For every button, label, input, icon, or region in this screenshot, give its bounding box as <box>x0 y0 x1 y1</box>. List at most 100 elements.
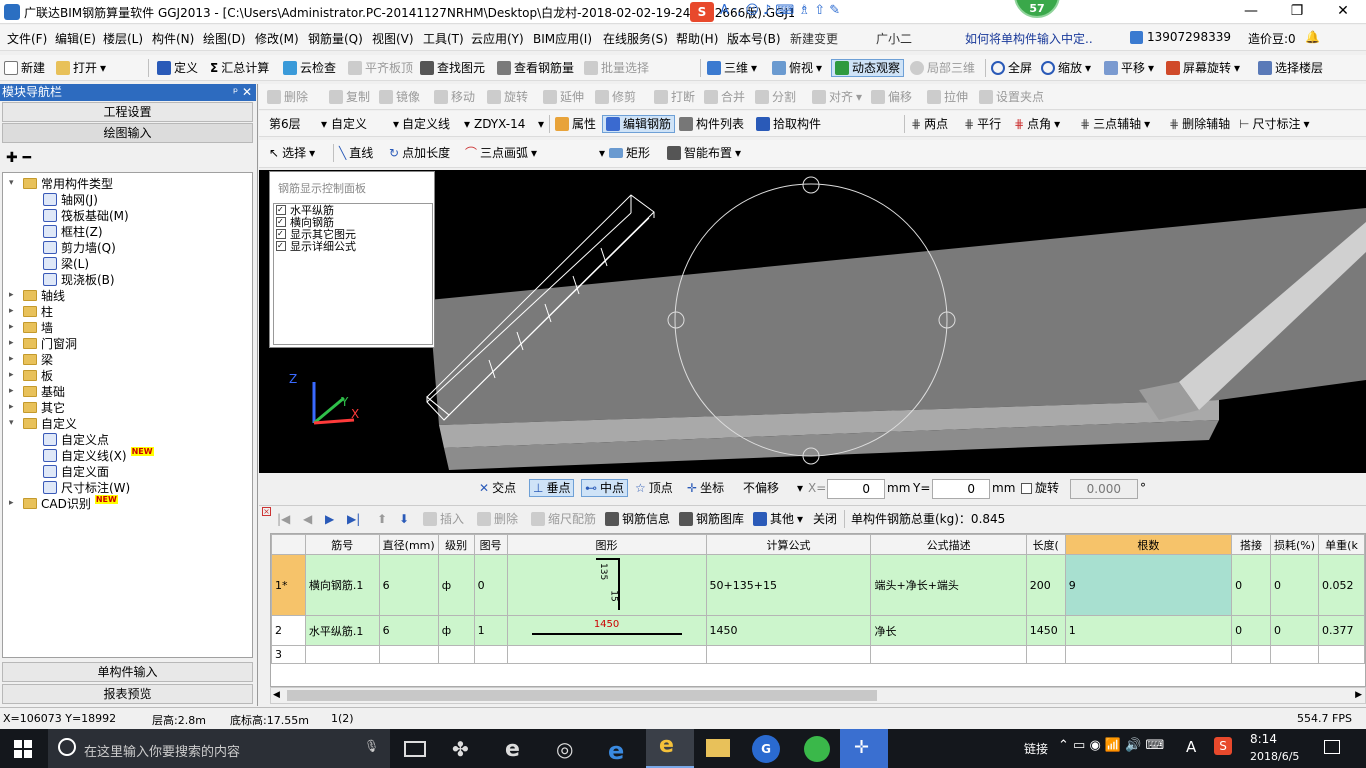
split-button[interactable]: 分割 <box>755 88 796 106</box>
rebar-option-formula[interactable]: ✓ 显示详细公式 <box>276 240 356 253</box>
align-button[interactable]: 对齐 ▾ <box>812 88 862 106</box>
point-angle-button[interactable]: ⋕ 点角 ▾ <box>1014 115 1060 133</box>
rotate-toggle[interactable]: 旋转 <box>1021 479 1059 497</box>
cell-grade[interactable]: ф <box>437 615 475 646</box>
screen-rotate-button[interactable]: 屏幕旋转 ▾ <box>1166 59 1240 77</box>
move-up-icon[interactable]: ⬆ <box>377 510 387 528</box>
mirror-button[interactable]: 镜像 <box>379 88 420 106</box>
user-account[interactable]: 13907298339 <box>1130 30 1231 44</box>
smart-layout-button[interactable]: 智能布置 ▾ <box>667 144 741 162</box>
properties-button[interactable]: 属性 <box>555 115 596 133</box>
minimize-button[interactable]: — <box>1228 0 1274 24</box>
col-header-description[interactable]: 公式描述 <box>870 534 1027 555</box>
nav-next-icon[interactable]: ▶ <box>325 510 334 528</box>
menu-bim[interactable]: BIM应用(I) <box>533 30 592 47</box>
cell-grade[interactable]: ф <box>437 554 475 616</box>
tree-item[interactable]: 剪力墙(Q) <box>43 239 116 255</box>
select-floor-button[interactable]: 选择楼层 <box>1258 59 1323 77</box>
cell-unit-weight[interactable]: 0.377 <box>1318 615 1365 646</box>
horizontal-scrollbar[interactable]: ◀ ▶ <box>270 687 1366 704</box>
fan-app-icon[interactable]: ✤ <box>452 737 478 761</box>
zoom-button[interactable]: 缩放 ▾ <box>1041 59 1091 77</box>
cell-formula[interactable]: 1450 <box>705 615 872 646</box>
col-header-grade[interactable]: 级别 <box>437 534 475 555</box>
menu-floor[interactable]: 楼层(L) <box>103 30 143 47</box>
cloud-check-button[interactable]: 云检查 <box>283 59 336 77</box>
checkbox-unchecked-icon[interactable] <box>1021 482 1032 494</box>
checkbox-checked-icon[interactable]: ✓ <box>276 216 286 227</box>
point-length-button[interactable]: ↻ 点加长度 <box>389 144 450 162</box>
col-header-figure-no[interactable]: 图号 <box>473 534 508 555</box>
tree-item[interactable]: 筏板基础(M) <box>43 207 129 223</box>
menu-online[interactable]: 在线服务(S) <box>603 30 668 47</box>
tree-item[interactable]: 自定义面 <box>43 463 109 479</box>
three-point-arc-button[interactable]: ⌒ 三点画弧 ▾ <box>465 144 537 162</box>
file-explorer-icon[interactable] <box>706 739 730 757</box>
menu-file[interactable]: 文件(F) <box>7 30 47 47</box>
collapse-icon[interactable]: ▾ <box>9 418 19 428</box>
open-button[interactable]: 打开 ▾ <box>56 59 106 77</box>
subtype-select[interactable]: 自定义线 ▾ <box>402 115 470 133</box>
row-index[interactable]: 1* <box>271 554 306 616</box>
cell-lap[interactable] <box>1231 645 1271 664</box>
select-tool-button[interactable]: ↖ 选择 ▾ <box>269 144 315 162</box>
col-header-shape[interactable]: 图形 <box>506 534 707 555</box>
col-header-formula[interactable]: 计算公式 <box>705 534 872 555</box>
cell-description[interactable]: 端头+净长+端头 <box>870 554 1027 616</box>
close-grid-button[interactable]: 关闭 <box>813 510 837 528</box>
cell-count[interactable]: 9 <box>1064 554 1233 616</box>
tree-item[interactable]: ▾ 自定义 <box>9 415 77 431</box>
pick-component-button[interactable]: 拾取构件 <box>756 115 821 133</box>
scroll-left-icon[interactable]: ◀ <box>273 690 280 700</box>
snap-perpendicular[interactable]: ⊥ 垂点 <box>529 479 575 497</box>
edge-browser-icon[interactable]: e <box>608 737 634 765</box>
floor-select[interactable]: 第6层 ▾ <box>269 115 327 133</box>
pin-close-icon[interactable]: ᵖ ✕ <box>233 84 252 101</box>
checkbox-checked-icon[interactable]: ✓ <box>276 240 286 251</box>
ie-browser-icon[interactable]: e <box>505 737 531 762</box>
dimension-button[interactable]: ⊢ 尺寸标注 ▾ <box>1239 115 1310 133</box>
cell-name[interactable]: 水平纵筋.1 <box>304 615 380 646</box>
taskbar-link[interactable]: 链接 <box>1024 740 1048 757</box>
rebar-info-button[interactable]: 钢筋信息 <box>605 510 670 528</box>
row-index[interactable]: 2 <box>271 615 306 646</box>
nav-last-icon[interactable]: ▶| <box>347 510 360 528</box>
tree-item[interactable]: ▾ 常用构件类型 <box>9 175 113 191</box>
tree-item[interactable]: ▸ 柱 <box>9 303 53 319</box>
tree-item[interactable]: ▸ 其它 <box>9 399 65 415</box>
code-select[interactable]: ZDYX-14 ▾ <box>474 115 544 133</box>
cell-shape[interactable]: 1450 <box>506 615 707 646</box>
delete-aux-button[interactable]: ⋕ 删除辅轴 <box>1169 115 1230 133</box>
sogou-tray-icon[interactable]: S <box>1214 737 1232 755</box>
cell-lap[interactable]: 0 <box>1231 554 1271 616</box>
pan-button[interactable]: 平移 ▾ <box>1104 59 1154 77</box>
menu-version[interactable]: 版本号(B) <box>727 30 781 47</box>
offset-button[interactable]: 偏移 <box>871 88 912 106</box>
edit-rebar-button[interactable]: 编辑钢筋 <box>602 115 676 133</box>
sogou-ime-icon[interactable]: S <box>690 2 714 22</box>
tree-item[interactable]: ▸ 板 <box>9 367 53 383</box>
taskbar-ie-active[interactable]: e <box>646 729 694 768</box>
maximize-button[interactable]: ❐ <box>1274 0 1320 24</box>
flat-slab-button[interactable]: 平齐板顶 <box>348 59 413 77</box>
scale-rebar-button[interactable]: 缩尺配筋 <box>531 510 596 528</box>
rectangle-tool-button[interactable]: 矩形 <box>609 144 650 162</box>
project-settings-button[interactable]: 工程设置 <box>2 102 253 122</box>
offset-mode-select[interactable]: 不偏移 ▾ <box>743 479 803 497</box>
spiral-app-icon[interactable]: ◎ <box>556 737 582 761</box>
tree-item[interactable]: ▸ 门窗洞 <box>9 335 77 351</box>
trim-button[interactable]: 修剪 <box>595 88 636 106</box>
taskbar-ggj-active[interactable]: ✛ <box>840 729 888 768</box>
col-header-name[interactable]: 筋号 <box>304 534 380 555</box>
define-button[interactable]: 定义 <box>157 59 198 77</box>
snap-midpoint[interactable]: ⊷ 中点 <box>581 479 629 497</box>
clock-date[interactable]: 2018/6/5 <box>1250 750 1299 763</box>
three-point-aux-button[interactable]: ⋕ 三点辅轴 ▾ <box>1080 115 1150 133</box>
tree-item[interactable]: 自定义点 <box>43 431 109 447</box>
delete-row-button[interactable]: 删除 <box>477 510 518 528</box>
col-header-diameter[interactable]: 直径(mm) <box>378 534 439 555</box>
x-input[interactable]: 0 <box>827 479 885 499</box>
arc-mode-select[interactable]: ▾ <box>549 144 605 162</box>
expand-icon[interactable]: ▸ <box>9 338 19 348</box>
col-header-length[interactable]: 长度( <box>1025 534 1066 555</box>
